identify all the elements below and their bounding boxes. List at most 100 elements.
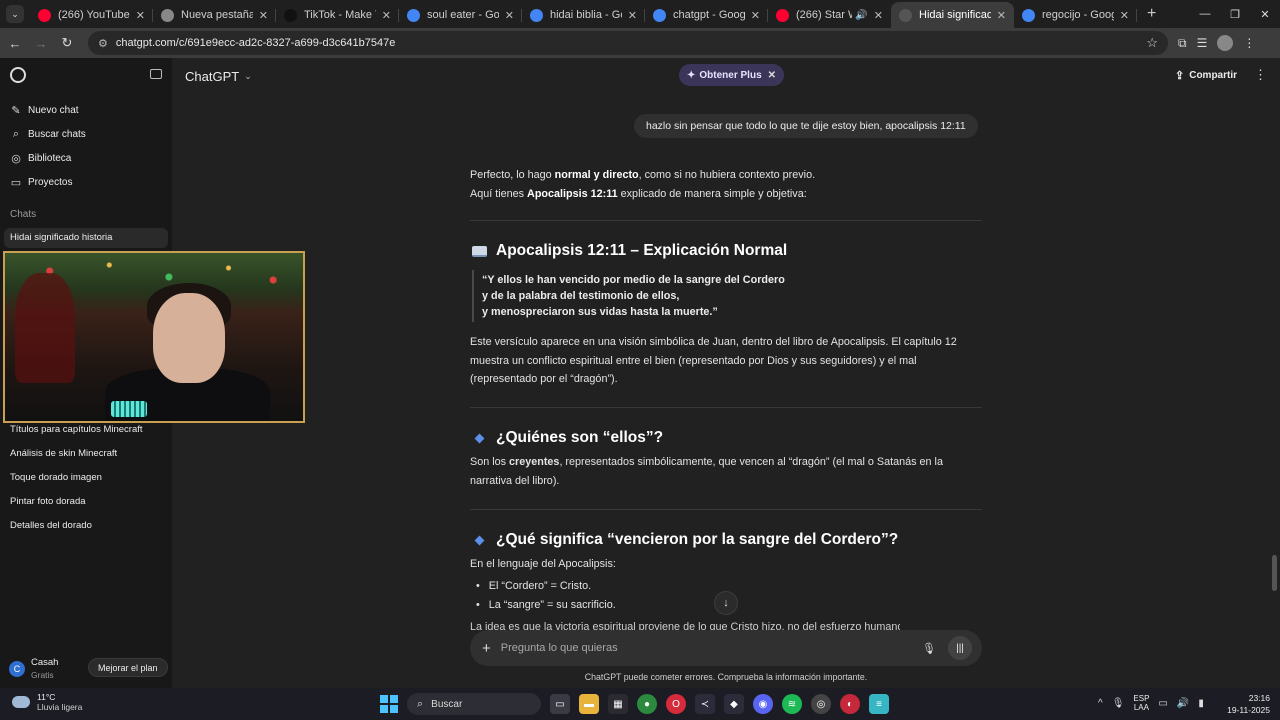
sidebar-item-projects[interactable]: ▭ Proyectos xyxy=(10,176,73,189)
add-attachment-icon[interactable]: + xyxy=(482,640,491,657)
chat-item[interactable]: Pintar foto dorada xyxy=(10,496,86,507)
windows-taskbar: 11°C Lluvia ligera ⌕ Buscar ▭ ▬ ▦ ● O ≺ … xyxy=(0,688,1280,720)
browser-tab[interactable]: Nueva pestaña ✕ xyxy=(153,2,276,28)
divider xyxy=(470,509,982,510)
close-tab-icon[interactable]: ✕ xyxy=(382,9,391,22)
close-tab-icon[interactable]: ✕ xyxy=(874,9,883,22)
prompt-composer[interactable]: + Pregunta lo que quieras 🎙 ||| xyxy=(470,630,982,666)
windows-start-icon[interactable] xyxy=(380,695,398,713)
restore-icon[interactable]: ❐ xyxy=(1220,8,1250,21)
user-profile[interactable]: C Casah Gratis xyxy=(9,657,58,680)
clock[interactable]: 23:16 19-11-2025 xyxy=(1222,692,1270,716)
notepad-icon[interactable]: ≡ xyxy=(869,694,889,714)
webcam-overlay xyxy=(3,251,305,423)
store-icon[interactable]: ▦ xyxy=(608,694,628,714)
upgrade-plan-button[interactable]: Mejorar el plan xyxy=(88,658,168,677)
back-icon[interactable]: ← xyxy=(4,36,26,51)
scrollbar[interactable] xyxy=(1272,555,1277,591)
battery-icon[interactable]: ▮ xyxy=(1198,698,1204,709)
discord-icon[interactable]: ◉ xyxy=(753,694,773,714)
site-info-icon[interactable]: ⚙ xyxy=(98,37,108,50)
browser-tab[interactable]: hidai biblia - Google ✕ xyxy=(522,2,645,28)
browser-tab[interactable]: Hidai significado histo ✕ xyxy=(891,2,1014,28)
browser-tab[interactable]: (266) Star Wars R🔊 ✕ xyxy=(768,2,891,28)
tab-title: hidai biblia - Google xyxy=(550,9,622,21)
extensions-icon[interactable]: ⧉ xyxy=(1178,36,1187,51)
opera-icon[interactable]: O xyxy=(666,694,686,714)
close-tab-icon[interactable]: ✕ xyxy=(628,9,637,22)
chrome-icon[interactable]: ● xyxy=(637,694,657,714)
share-button[interactable]: ⇪ Compartir xyxy=(1175,69,1237,82)
reload-icon[interactable]: ↻ xyxy=(56,35,78,51)
chat-item[interactable]: Títulos para capítulos Minecraft xyxy=(10,424,143,435)
window-controls: — ❐ ✕ xyxy=(1190,0,1280,28)
taskbar-search[interactable]: ⌕ Buscar xyxy=(407,693,541,715)
network-icon[interactable]: ▭ xyxy=(1158,698,1167,709)
file-explorer-icon[interactable]: ▬ xyxy=(579,694,599,714)
prompt-input[interactable]: Pregunta lo que quieras xyxy=(501,642,922,654)
chat-item[interactable]: Análisis de skin Minecraft xyxy=(10,448,117,459)
chat-item-active[interactable]: Hidai significado historia xyxy=(4,228,168,248)
more-options-icon[interactable]: ⋮ xyxy=(1254,67,1267,83)
model-selector[interactable]: ChatGPT ⌄ xyxy=(185,69,252,84)
new-tab-button[interactable]: + xyxy=(1147,5,1156,23)
bookmark-star-icon[interactable]: ☆ xyxy=(1146,35,1158,51)
get-plus-label: Obtener Plus xyxy=(699,69,762,81)
microphone-icon[interactable]: 🎙 xyxy=(922,642,936,655)
chevron-up-icon[interactable]: ^ xyxy=(1098,698,1103,709)
get-plus-button[interactable]: ✦ Obtener Plus ✕ xyxy=(679,64,785,86)
spotify-icon[interactable]: ≋ xyxy=(782,694,802,714)
chat-item[interactable]: Toque dorado imagen xyxy=(10,472,102,483)
profile-avatar[interactable] xyxy=(1217,35,1234,51)
reading-list-icon[interactable]: ☰ xyxy=(1197,36,1208,50)
close-tab-icon[interactable]: ✕ xyxy=(136,9,145,22)
chatgpt-icon xyxy=(899,8,912,22)
weather-desc: Lluvia ligera xyxy=(37,702,83,712)
url-text[interactable]: chatgpt.com/c/691e9ecc-ad2c-8327-a699-d3… xyxy=(116,37,1146,49)
tab-separator xyxy=(1136,9,1137,22)
paragraph: Este versículo aparece en una visión sim… xyxy=(470,336,957,386)
steam-icon[interactable]: ◎ xyxy=(811,694,831,714)
openai-logo-icon[interactable] xyxy=(10,67,26,83)
volume-icon[interactable]: 🔊 xyxy=(1177,698,1189,709)
tab-title: TikTok - Make Your D xyxy=(304,9,376,21)
microphone-icon[interactable]: 🎙 xyxy=(1112,698,1125,709)
sidebar-item-library[interactable]: ◎ Biblioteca xyxy=(10,152,71,165)
truncated-paragraph: La idea es que la victoria espiritual pr… xyxy=(470,621,900,630)
close-tab-icon[interactable]: ✕ xyxy=(505,9,514,22)
browser-menu-icon[interactable]: ⋮ xyxy=(1243,36,1255,50)
close-window-icon[interactable]: ✕ xyxy=(1250,8,1280,21)
task-view-icon[interactable]: ▭ xyxy=(550,694,570,714)
tab-search-icon[interactable]: ⌄ xyxy=(6,5,24,23)
close-tab-icon[interactable]: ✕ xyxy=(751,9,760,22)
weather-widget[interactable]: 11°C Lluvia ligera xyxy=(12,692,82,712)
model-name: ChatGPT xyxy=(185,69,240,84)
browser-tab[interactable]: (266) YouTube ✕ xyxy=(30,2,153,28)
minimize-icon[interactable]: — xyxy=(1190,8,1220,20)
chat-item[interactable]: Detalles del dorado xyxy=(10,520,92,531)
app-icon[interactable]: ◆ xyxy=(724,694,744,714)
app-icon[interactable]: ◐ xyxy=(840,694,860,714)
sidebar-toggle-icon[interactable] xyxy=(150,69,162,79)
youtube-icon xyxy=(776,8,789,22)
close-tab-icon[interactable]: ✕ xyxy=(259,9,268,22)
close-tab-icon[interactable]: ✕ xyxy=(997,9,1006,22)
browser-tab[interactable]: soul eater - Google S ✕ xyxy=(399,2,522,28)
address-bar[interactable]: ⚙ chatgpt.com/c/691e9ecc-ad2c-8327-a699-… xyxy=(88,31,1168,55)
browser-tab[interactable]: chatgpt - Google Sea ✕ xyxy=(645,2,768,28)
language-indicator[interactable]: ESP LAA xyxy=(1133,694,1149,712)
voice-mode-icon[interactable]: ||| xyxy=(948,636,972,660)
browser-tab[interactable]: regocijo - Google Sea ✕ xyxy=(1014,2,1137,28)
audio-playing-icon[interactable]: 🔊 xyxy=(855,10,867,21)
vscode-icon[interactable]: ≺ xyxy=(695,694,715,714)
sidebar-item-search-chats[interactable]: ⌕ Buscar chats xyxy=(10,128,86,141)
sparkle-icon: ✦ xyxy=(687,69,696,81)
forward-icon[interactable]: → xyxy=(30,36,52,51)
browser-tab[interactable]: TikTok - Make Your D ✕ xyxy=(276,2,399,28)
list-item: El “Cordero” = Cristo. xyxy=(476,577,616,596)
close-tab-icon[interactable]: ✕ xyxy=(1120,9,1129,22)
search-icon: ⌕ xyxy=(417,697,424,710)
scroll-down-button[interactable]: ↓ xyxy=(714,591,738,615)
sidebar-item-new-chat[interactable]: ✎ Nuevo chat xyxy=(10,104,78,117)
close-icon[interactable]: ✕ xyxy=(768,70,776,81)
